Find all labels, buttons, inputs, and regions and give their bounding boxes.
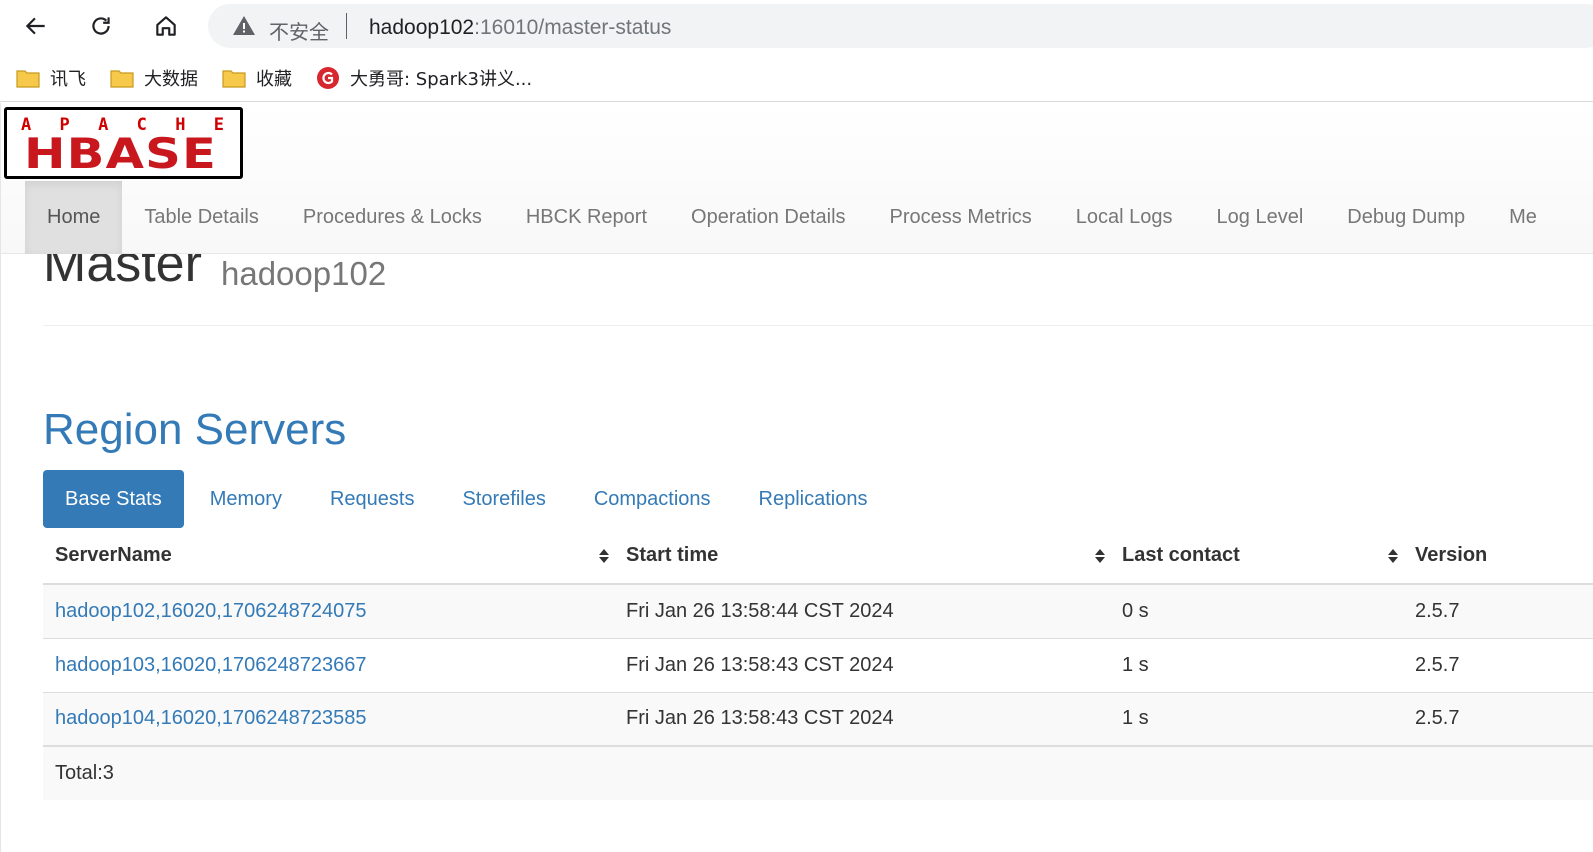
cell-version: 2.5.7 [1403, 691, 1593, 746]
folder-icon [110, 70, 134, 88]
cell-start-time: Fri Jan 26 13:58:43 CST 2024 [614, 691, 1110, 746]
logo-hbase-text: HBASE [24, 129, 218, 178]
url-path: :16010/master-status [474, 16, 672, 39]
table-footer-row: Total:3 [43, 745, 1593, 800]
site-g-icon [317, 67, 339, 89]
table-row: hadoop104,16020,1706248723585 Fri Jan 26… [43, 691, 1593, 746]
menu-operation-details[interactable]: Operation Details [669, 181, 868, 254]
sort-icon [1388, 549, 1398, 563]
column-header-version[interactable]: Version [1403, 528, 1593, 585]
cell-servername: hadoop102,16020,1706248724075 [43, 583, 614, 638]
menu-procedures-locks[interactable]: Procedures & Locks [281, 181, 504, 254]
home-button[interactable] [148, 8, 184, 44]
column-label: Start time [626, 544, 719, 566]
column-label: Last contact [1122, 544, 1240, 566]
cell-start-time: Fri Jan 26 13:58:44 CST 2024 [614, 583, 1110, 638]
column-label: Version [1415, 544, 1488, 566]
column-header-servername[interactable]: ServerName [43, 528, 614, 585]
tab-base-stats[interactable]: Base Stats [43, 470, 184, 528]
bookmarks-bar: 讯飞 大数据 收藏 大勇哥: Spark3讲义... [0, 54, 1593, 102]
menu-more[interactable]: Me [1487, 181, 1559, 254]
server-link[interactable]: hadoop103,16020,1706248723667 [55, 654, 366, 676]
main-menu: Home Table Details Procedures & Locks HB… [25, 181, 1559, 254]
back-button[interactable] [18, 8, 54, 44]
reload-icon [92, 17, 110, 35]
hbase-navbar: APACHE HBASE Home Table Details Procedur… [1, 103, 1593, 254]
tab-memory[interactable]: Memory [188, 470, 304, 528]
bookmark-label: 大数据 [144, 69, 198, 90]
hbase-logo[interactable]: APACHE HBASE [4, 107, 243, 179]
tab-requests[interactable]: Requests [308, 470, 437, 528]
cell-last-contact: 1 s [1110, 691, 1403, 746]
reload-button[interactable] [83, 8, 119, 44]
region-tabs: Base Stats Memory Requests Storefiles Co… [43, 470, 894, 528]
content-area: Master hadoop102 Region Servers Base Sta… [1, 254, 1593, 852]
cell-start-time: Fri Jan 26 13:58:43 CST 2024 [614, 637, 1110, 692]
bookmark-favorites[interactable]: 收藏 [222, 66, 292, 90]
cell-version: 2.5.7 [1403, 583, 1593, 638]
header-divider [43, 325, 1593, 326]
cell-servername: hadoop104,16020,1706248723585 [43, 691, 614, 746]
sort-icon [1095, 549, 1105, 563]
bookmark-spark3[interactable]: 大勇哥: Spark3讲义... [316, 66, 532, 90]
warning-icon [233, 16, 255, 35]
cell-version: 2.5.7 [1403, 637, 1593, 692]
region-servers-table: ServerName Start time Last contact Versi… [43, 528, 1593, 800]
page-title: Master [43, 254, 202, 293]
bookmark-label: 讯飞 [50, 69, 86, 90]
column-header-start-time[interactable]: Start time [614, 528, 1110, 585]
tab-storefiles[interactable]: Storefiles [440, 470, 567, 528]
menu-table-details[interactable]: Table Details [122, 181, 281, 254]
address-bar[interactable]: 不安全 hadoop102:16010/master-status [208, 4, 1593, 48]
sort-icon [599, 549, 609, 563]
page-content: APACHE HBASE Home Table Details Procedur… [0, 103, 1593, 852]
page-subtitle-host: hadoop102 [221, 255, 387, 292]
server-link[interactable]: hadoop102,16020,1706248724075 [55, 600, 366, 622]
menu-debug-dump[interactable]: Debug Dump [1325, 181, 1487, 254]
url-text: hadoop102:16010/master-status [369, 16, 671, 40]
menu-home[interactable]: Home [25, 181, 123, 254]
column-header-last-contact[interactable]: Last contact [1110, 528, 1403, 585]
server-link[interactable]: hadoop104,16020,1706248723585 [55, 707, 366, 729]
menu-process-metrics[interactable]: Process Metrics [868, 181, 1054, 254]
bookmark-label: 大勇哥: Spark3讲义... [350, 69, 533, 90]
bookmark-bigdata[interactable]: 大数据 [110, 66, 198, 90]
cell-last-contact: 1 s [1110, 637, 1403, 692]
tab-replications[interactable]: Replications [737, 470, 890, 528]
back-arrow-icon [25, 17, 45, 35]
folder-icon [16, 70, 40, 88]
column-label: ServerName [55, 544, 172, 566]
table-row: hadoop103,16020,1706248723667 Fri Jan 26… [43, 637, 1593, 692]
menu-hbck-report[interactable]: HBCK Report [504, 181, 669, 254]
tab-compactions[interactable]: Compactions [572, 470, 733, 528]
menu-local-logs[interactable]: Local Logs [1054, 181, 1195, 254]
menu-log-level[interactable]: Log Level [1195, 181, 1326, 254]
url-host: hadoop102 [369, 16, 475, 39]
total-count: Total:3 [43, 745, 1593, 800]
table-header-row: ServerName Start time Last contact Versi… [43, 528, 1593, 585]
section-title: Region Servers [43, 405, 347, 454]
address-separator [346, 13, 347, 39]
insecure-label: 不安全 [269, 20, 329, 44]
bookmark-label: 收藏 [256, 69, 292, 90]
bookmark-xunfei[interactable]: 讯飞 [16, 66, 86, 90]
home-icon [156, 16, 176, 36]
cell-servername: hadoop103,16020,1706248723667 [43, 637, 614, 692]
cell-last-contact: 0 s [1110, 583, 1403, 638]
browser-toolbar: 不安全 hadoop102:16010/master-status [0, 0, 1593, 54]
table-row: hadoop102,16020,1706248724075 Fri Jan 26… [43, 583, 1593, 638]
folder-icon [222, 70, 246, 88]
